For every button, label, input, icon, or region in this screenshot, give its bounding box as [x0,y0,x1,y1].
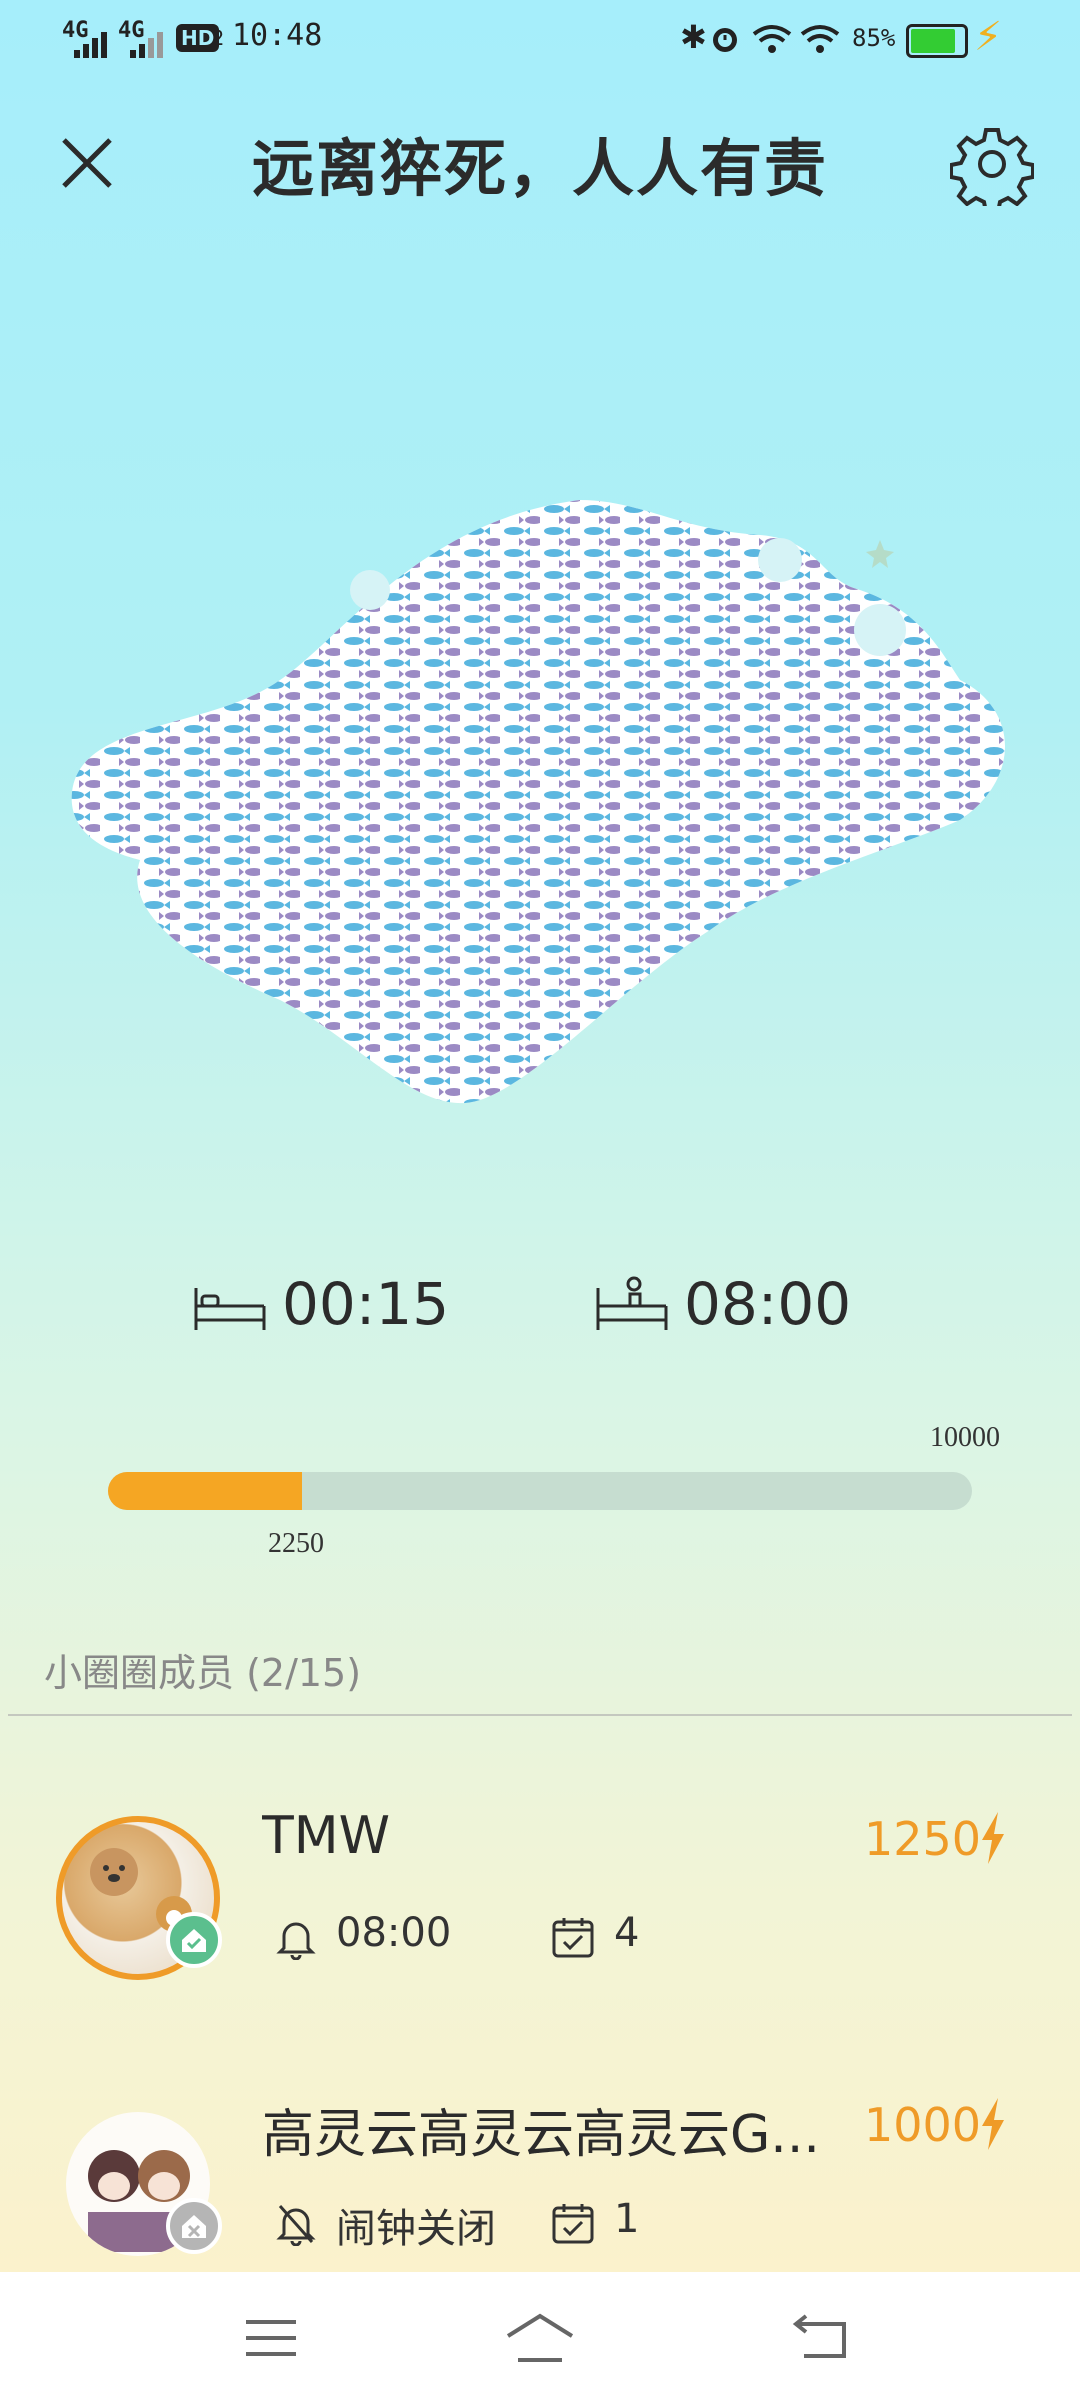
bell-off-icon [276,2205,316,2246]
member-row[interactable]: TMW 1250 08:00 4 [0,1800,1080,2000]
progress-current-label: 2250 [268,1528,324,1559]
alarm-status: 闹钟关闭 [336,2206,496,2252]
member-points: 1250 [864,1812,982,1866]
member-row[interactable]: 高灵云高灵云高灵云G... 1000 闹钟关闭 1 [0,2086,1080,2286]
home-x-icon [182,2215,206,2238]
alarm-time: 08:00 [336,1910,452,1956]
hd-label: HD [181,26,215,50]
island-graphic [71,500,1006,1104]
alarm-clock-icon [713,28,737,52]
progress-bar [108,1472,972,1510]
wifi-signal-icon [752,25,792,53]
menu-button[interactable] [236,2308,306,2368]
back-icon [792,2314,846,2358]
home-icon [506,2313,574,2362]
bed-time: 00:15 [282,1270,450,1338]
member-name: 高灵云高灵云高灵云G... [262,2105,820,2165]
home-button[interactable] [500,2308,580,2368]
calendar-check-icon [552,2204,594,2244]
island-illustration [60,480,1020,1120]
member-name: TMW [262,1806,391,1866]
hd-sub-label: 2 [212,26,225,50]
checkin-count: 4 [614,1910,640,1956]
online-badge [166,1912,222,1968]
bluetooth-icon: ✱ [680,18,707,56]
settings-button[interactable] [949,122,1035,214]
calendar-check-icon [552,1918,594,1958]
progress-max-label: 10000 [930,1422,1000,1453]
signal-bars-2-icon [130,32,163,58]
charging-icon: ⚡ [974,14,1003,60]
energy-bolt-icon [982,1812,1004,1864]
wifi-icon [800,25,840,53]
status-time: 10:48 [232,18,323,53]
signal-bars-1-icon [74,32,107,58]
menu-icon [246,2320,296,2356]
checkin-count: 1 [614,2196,640,2242]
back-button[interactable] [788,2308,858,2368]
bed-icon [194,1288,266,1330]
system-nav-bar [0,2272,1080,2400]
wake-time: 08:00 [684,1270,852,1338]
members-section-title: 小圈圈成员 (2/15) [44,1651,362,1695]
page-title: 远离猝死，人人有责 [251,132,828,205]
section-divider [8,1714,1072,1716]
wake-up-icon [596,1276,668,1330]
bell-icon [276,1922,316,1960]
progress-fill [108,1472,303,1510]
member-points: 1000 [864,2098,982,2152]
battery-icon [906,24,968,58]
offline-badge [166,2198,222,2254]
home-check-icon [182,1929,206,1952]
gear-icon [949,128,1035,214]
status-bar: 4G 4G HD 2 10:48 ✱ 85% ⚡ [0,0,1080,80]
energy-bolt-icon [982,2098,1004,2150]
battery-percent: 85% [852,24,896,52]
